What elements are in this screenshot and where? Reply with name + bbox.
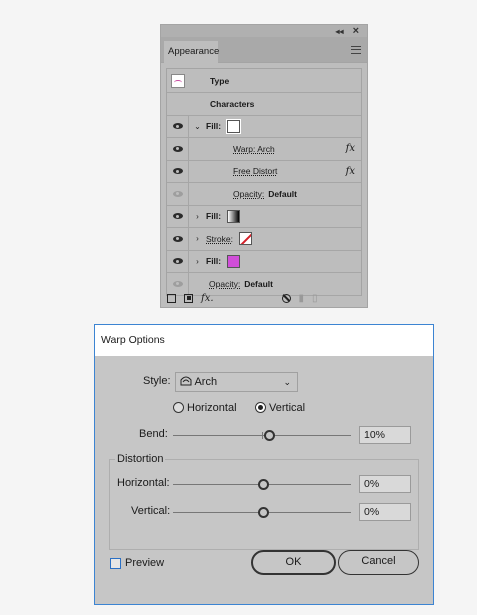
- horizontal-distortion-label: Horizontal:: [117, 477, 170, 489]
- preview-checkbox[interactable]: [110, 558, 121, 569]
- visibility-eye-icon[interactable]: [172, 258, 183, 265]
- duplicate-item-icon: ▮: [298, 292, 305, 304]
- panel-menu-icon[interactable]: [351, 46, 361, 54]
- vertical-distortion-label: Vertical:: [131, 505, 171, 517]
- horizontal-distortion-field[interactable]: 0%: [359, 475, 411, 493]
- row-characters-label: Characters: [210, 98, 255, 109]
- bend-label: Bend:: [139, 428, 168, 440]
- radio-vertical-label: Vertical: [269, 402, 306, 414]
- expand-closed-icon[interactable]: ›: [193, 234, 202, 243]
- add-stroke-icon[interactable]: [167, 293, 176, 303]
- stroke-link[interactable]: Stroke:: [206, 234, 233, 244]
- dialog-title: Warp Options: [95, 325, 433, 356]
- panel-bottom-toolbar: fx. ▮ ▯: [161, 289, 367, 307]
- arch-icon: [180, 376, 192, 386]
- clear-appearance-icon[interactable]: [281, 293, 291, 303]
- bend-value-field[interactable]: 10%: [359, 426, 411, 444]
- row-type-label: Type: [210, 75, 230, 86]
- row-fill-1[interactable]: ⌄ Fill:: [167, 115, 361, 138]
- row-free-distort[interactable]: Free Distort fx: [167, 160, 361, 183]
- opacity-inner-value: Default: [268, 188, 297, 199]
- radio-vertical[interactable]: Vertical: [255, 402, 305, 414]
- opacity-inner-link[interactable]: Opacity:: [233, 189, 264, 199]
- visibility-eye-icon[interactable]: [172, 123, 183, 130]
- panel-top-bar: ◂◂ ×: [161, 25, 367, 37]
- fill-white-swatch[interactable]: [227, 119, 241, 133]
- visibility-eye-icon[interactable]: [172, 190, 183, 197]
- radio-horizontal[interactable]: Horizontal: [173, 402, 237, 414]
- visibility-eye-icon[interactable]: [172, 145, 183, 152]
- ok-button[interactable]: OK: [251, 550, 336, 575]
- style-dropdown[interactable]: Arch ⌄: [175, 372, 298, 392]
- distortion-group-label: Distortion: [115, 453, 166, 465]
- stroke-swatch[interactable]: [238, 232, 252, 246]
- fill-label: Fill:: [206, 256, 222, 267]
- fx-icon[interactable]: fx: [346, 143, 355, 154]
- appearance-list: Type Characters ⌄ Fill: Warp: Arch fx Fr…: [166, 68, 362, 296]
- row-warp-arch[interactable]: Warp: Arch fx: [167, 138, 361, 161]
- trash-icon: ▯: [312, 292, 318, 304]
- fill-label: Fill:: [206, 121, 222, 132]
- bend-slider-center-tick: [262, 432, 263, 439]
- collapse-icon[interactable]: ◂◂: [336, 27, 344, 36]
- expand-open-icon[interactable]: ⌄: [193, 122, 202, 131]
- preview-label: Preview: [125, 557, 165, 569]
- warp-arch-link[interactable]: Warp: Arch: [233, 144, 275, 154]
- visibility-eye-icon[interactable]: [172, 280, 183, 287]
- radio-horizontal-circle[interactable]: [173, 402, 184, 413]
- horizontal-distortion-handle[interactable]: [258, 479, 269, 490]
- row-fill-2[interactable]: › Fill:: [167, 205, 361, 228]
- vertical-distortion-handle[interactable]: [258, 507, 269, 518]
- opacity-value: Default: [244, 278, 273, 289]
- row-fill-3[interactable]: › Fill:: [167, 250, 361, 273]
- row-opacity-inner[interactable]: Opacity: Default: [167, 183, 361, 206]
- style-label: Style:: [143, 375, 171, 387]
- fill-label: Fill:: [206, 211, 222, 222]
- row-type[interactable]: Type: [167, 69, 361, 93]
- panel-tab-bar: Appearance: [161, 37, 367, 63]
- cancel-button[interactable]: Cancel: [338, 550, 419, 575]
- expand-closed-icon[interactable]: ›: [193, 257, 202, 266]
- style-dropdown-value: Arch: [194, 376, 218, 388]
- visibility-eye-icon[interactable]: [172, 213, 183, 220]
- row-characters[interactable]: Characters: [167, 93, 361, 116]
- radio-horizontal-label: Horizontal: [187, 402, 237, 414]
- type-thumbnail-icon: [171, 73, 185, 88]
- free-distort-link[interactable]: Free Distort: [233, 166, 277, 176]
- row-stroke[interactable]: › Stroke:: [167, 228, 361, 251]
- chevron-down-icon: ⌄: [283, 377, 291, 387]
- close-icon[interactable]: ×: [353, 25, 359, 37]
- warp-options-dialog: Warp Options Style: Arch ⌄ Horizontal Ve…: [94, 324, 434, 605]
- vertical-distortion-field[interactable]: 0%: [359, 503, 411, 521]
- add-effect-fx-icon[interactable]: fx.: [201, 293, 214, 304]
- add-fill-icon[interactable]: [184, 293, 193, 303]
- fill-pink-swatch[interactable]: [227, 254, 241, 268]
- visibility-eye-icon[interactable]: [172, 168, 183, 175]
- visibility-eye-icon[interactable]: [172, 235, 183, 242]
- opacity-link[interactable]: Opacity:: [209, 279, 240, 289]
- expand-closed-icon[interactable]: ›: [193, 212, 202, 221]
- tab-appearance[interactable]: Appearance: [164, 41, 219, 63]
- radio-vertical-circle[interactable]: [255, 402, 266, 413]
- appearance-panel: ◂◂ × Appearance Type Characters ⌄ Fill: …: [160, 24, 368, 308]
- fx-icon[interactable]: fx: [346, 166, 355, 177]
- bend-slider-handle[interactable]: [264, 430, 275, 441]
- fill-gradient-swatch[interactable]: [227, 209, 241, 223]
